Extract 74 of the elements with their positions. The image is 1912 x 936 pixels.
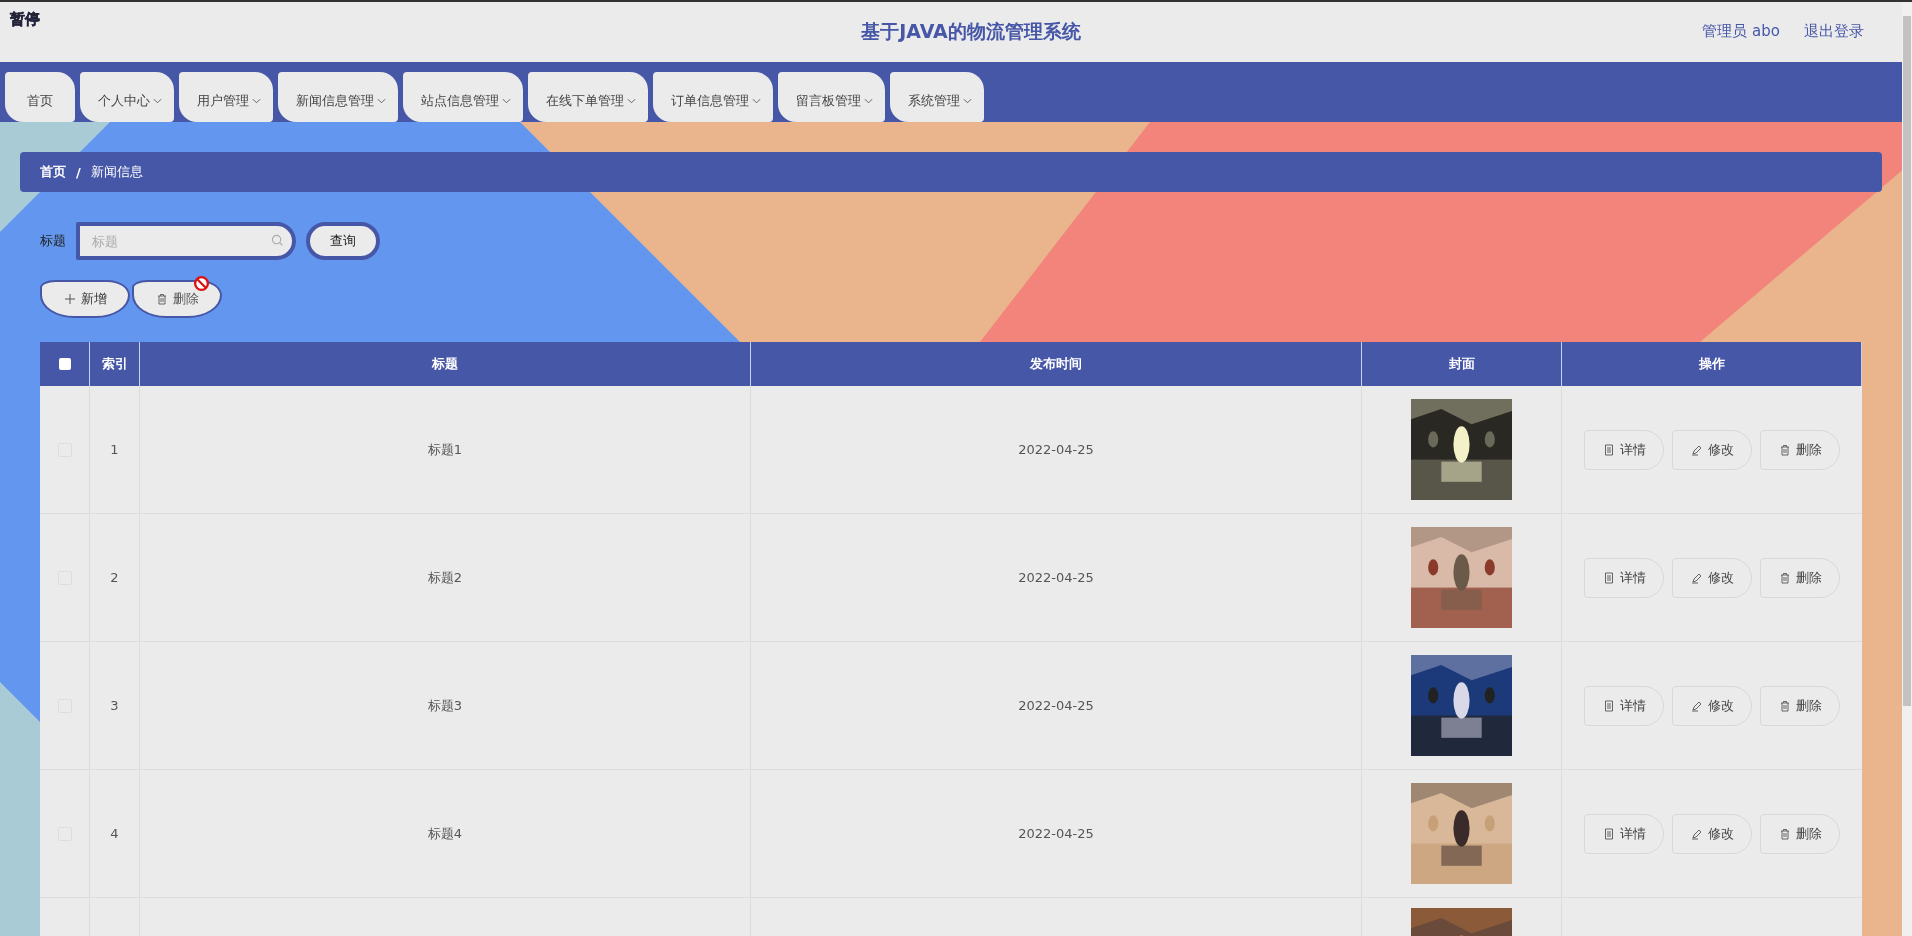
column-header: 操作 [1698,355,1725,373]
pencil-icon [1690,827,1703,840]
app-title: 基于JAVA的物流管理系统 [861,19,1081,44]
nav-tab[interactable]: 个人中心 [80,72,174,122]
document-icon [1602,571,1615,584]
search-icon [271,234,284,247]
user-name: 管理员 abo [1702,22,1780,41]
chevron-icon [864,98,873,104]
chevron-icon [627,98,636,104]
row-action-button[interactable]: 修改 [1672,557,1752,598]
row-action-button[interactable]: 修改 [1672,429,1752,470]
search-label: 标题 [40,232,66,250]
table-cell: 2 [110,570,119,585]
nav-tab[interactable]: 在线下单管理 [528,72,648,122]
row-action-button[interactable]: 详情 [1584,429,1664,470]
table-cell: 1 [110,442,119,457]
row-action-button[interactable]: 修改 [1672,685,1752,726]
table-cell: 标题1 [427,440,463,459]
column-header: 封面 [1448,355,1475,373]
scrollbar[interactable] [1902,2,1912,936]
chevron-icon [153,98,162,104]
nav-tab[interactable]: 首页 [5,72,75,122]
table-cell: 标题3 [427,696,463,715]
search-button[interactable]: 查询 [306,222,380,260]
column-header: 发布时间 [1030,355,1082,373]
trash-icon [1778,699,1791,712]
search-field[interactable]: 标题 [76,222,296,260]
logout-link[interactable]: 退出登录 [1804,22,1864,41]
select-all-checkbox[interactable] [58,358,71,370]
document-icon [1602,699,1615,712]
table-cell: 标题2 [427,568,463,587]
document-icon [1602,827,1615,840]
breadcrumb-item[interactable]: 新闻信息 [90,163,143,181]
breadcrumb-separator: / [76,164,81,180]
nav-tab[interactable]: 新闻信息管理 [278,72,398,122]
row-action-button[interactable]: 详情 [1584,557,1664,598]
column-header: 标题 [432,355,458,373]
table-cell: 3 [110,698,119,713]
trash-icon [1778,571,1791,584]
row-action-button[interactable]: 详情 [1584,685,1664,726]
row-action-button[interactable]: 删除 [1760,557,1840,598]
pencil-icon [1690,571,1703,584]
pencil-icon [1690,443,1703,456]
column-header: 索引 [101,355,128,373]
trash-icon [155,293,168,305]
nav-tab[interactable]: 系统管理 [890,72,984,122]
pause-label: 暂停 [10,10,40,29]
chevron-icon [752,98,761,104]
row-action-button[interactable]: 删除 [1760,813,1840,854]
nav-tab[interactable]: 用户管理 [179,72,273,122]
chevron-icon [252,98,261,104]
table-cell: 2022-04-25 [1018,826,1094,841]
row-action-button[interactable]: 修改 [1672,813,1752,854]
row-action-button[interactable]: 删除 [1760,685,1840,726]
trash-icon [1778,443,1791,456]
table-cell: 2022-04-25 [1018,442,1094,457]
table-cell: 标题4 [427,824,463,843]
breadcrumb-item[interactable]: 首页 [40,163,66,181]
nav-tab[interactable]: 留言板管理 [778,72,885,122]
row-action-button[interactable]: 删除 [1760,429,1840,470]
chevron-icon [377,98,386,104]
nav-tab[interactable]: 站点信息管理 [403,72,523,122]
chevron-icon [963,98,972,104]
trash-icon [1778,827,1791,840]
pencil-icon [1690,699,1703,712]
not-allowed-icon [193,275,210,292]
document-icon [1602,443,1615,456]
row-action-button[interactable]: 详情 [1584,813,1664,854]
chevron-icon [502,98,511,104]
table-cell: 4 [110,826,119,841]
plus-icon [63,293,76,305]
nav-tab[interactable]: 订单信息管理 [653,72,773,122]
table-cell: 2022-04-25 [1018,570,1094,585]
table-cell: 2022-04-25 [1018,698,1094,713]
